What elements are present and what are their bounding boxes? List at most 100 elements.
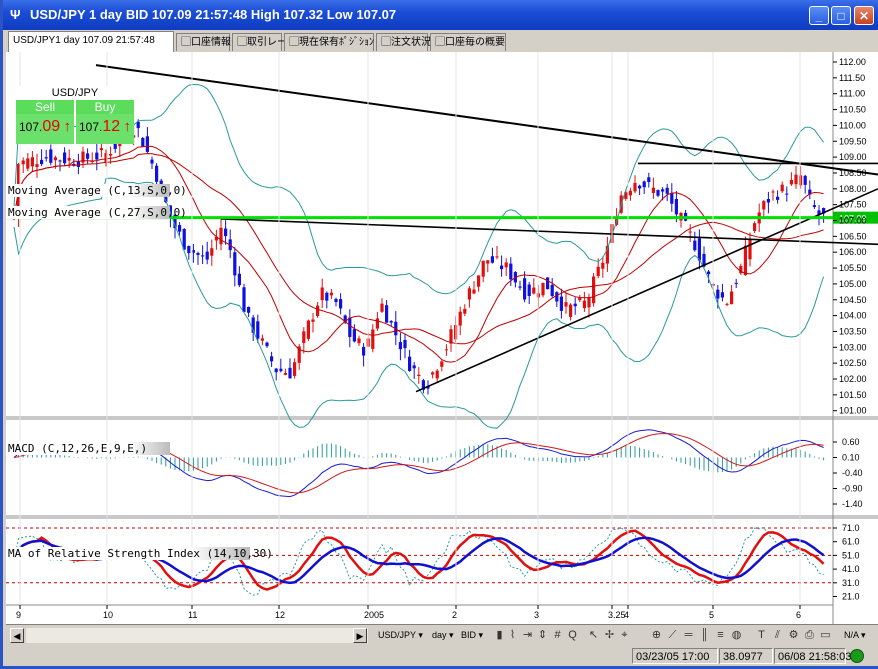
buy-price[interactable]: 107.12 ↑	[76, 114, 134, 144]
candle-body	[435, 370, 439, 379]
price-tick-label: 111.50	[839, 73, 865, 83]
tab-account-info[interactable]: ▢口座情報	[176, 33, 231, 51]
fit-icon[interactable]: ⇥	[520, 628, 535, 643]
candle-body	[224, 228, 228, 237]
scroll-right-button[interactable]: ▶	[353, 628, 367, 643]
candle-body	[316, 305, 320, 317]
candle-body	[651, 187, 655, 194]
link-icon[interactable]: ⌖	[617, 628, 632, 643]
candle-body	[803, 175, 807, 185]
minimize-button[interactable]: _	[809, 6, 829, 25]
price-tick-label: 112.00	[839, 57, 866, 67]
sell-price[interactable]: 107.09 ↑	[16, 114, 74, 144]
up-arrow-icon: ↑	[123, 118, 132, 135]
candle-body	[661, 189, 665, 192]
panel-divider[interactable]	[6, 416, 878, 420]
time-tick-label: 11	[188, 610, 197, 620]
candle-body	[472, 289, 476, 294]
candle-body	[486, 260, 490, 264]
ma27-label: Moving Average (C,27,S,0,0)	[6, 206, 187, 219]
tab-account-summary[interactable]: ▢口座毎の概要	[430, 33, 506, 51]
macd-tick-label: -1.40	[842, 499, 863, 509]
horizontal-scrollbar[interactable]	[26, 628, 368, 643]
price-tick-label: 104.00	[839, 311, 867, 321]
panel-divider[interactable]	[6, 515, 878, 519]
candle-body	[527, 284, 531, 297]
vertical-fit-icon[interactable]: ⇕	[535, 628, 550, 643]
quote-icon[interactable]: Q	[565, 628, 580, 643]
zoom-select-value: N/A	[844, 630, 859, 640]
grid-icon[interactable]: #	[550, 628, 565, 643]
settings-icon[interactable]: ⚙	[786, 628, 801, 643]
channel-icon[interactable]: ⫽	[770, 628, 785, 643]
candle-body	[431, 372, 435, 375]
trend-line-icon[interactable]: ⟋	[665, 628, 680, 643]
price-tick-label: 101.00	[839, 406, 867, 416]
candle-body	[762, 201, 766, 210]
candle-body	[642, 181, 646, 188]
window-title: USD/JPY 1 day BID 107.09 21:57:48 High 1…	[30, 7, 397, 22]
price-tick-label: 106.00	[839, 247, 867, 257]
period-select[interactable]: day ▾	[432, 628, 454, 643]
macd-tick-label: 0.60	[842, 437, 860, 447]
tab-doc-icon: ▢	[289, 37, 299, 48]
candle-body	[504, 262, 508, 268]
candle-body	[523, 278, 527, 300]
candle-body	[53, 157, 57, 161]
side-select[interactable]: BID ▾	[461, 628, 483, 643]
candle-body	[35, 164, 39, 168]
candle-body	[389, 321, 393, 323]
fibonacci-icon[interactable]: ≡	[713, 628, 728, 643]
cursor-icon[interactable]: ↖	[586, 628, 601, 643]
candle-body	[812, 205, 816, 208]
candle-body	[109, 154, 113, 156]
close-button[interactable]: ✕	[854, 6, 874, 25]
price-chart-svg[interactable]: 107.09 112.00111.50111.00110.50110.00109…	[6, 52, 878, 624]
side-select-value: BID	[461, 630, 477, 640]
horizontal-line-icon[interactable]: ═	[681, 628, 696, 643]
candle-body	[256, 321, 260, 339]
candle-body	[541, 282, 545, 296]
candle-body	[205, 251, 209, 260]
tab-trade-rates[interactable]: ▢取引レート	[232, 33, 297, 51]
candle-body	[385, 305, 389, 323]
text-tool-icon[interactable]: T	[754, 628, 769, 643]
period-select-value: day	[432, 630, 447, 640]
candle-body	[582, 300, 586, 309]
candle-body	[601, 262, 605, 269]
indicator-icon[interactable]: ◍	[729, 628, 744, 643]
title-bar[interactable]: Ψ USD/JPY 1 day BID 107.09 21:57:48 High…	[3, 0, 878, 30]
crosshair-icon[interactable]: ✢	[602, 628, 617, 643]
scroll-left-button[interactable]: ◀	[10, 628, 24, 643]
tab-positions[interactable]: ▢現在保有ﾎﾟｼﾞｼｮﾝ	[284, 33, 374, 51]
quote-widget: USD/JPY Sell 107.09 ↑ Buy 107.12 ↑	[16, 86, 134, 146]
buy-price-prefix: 107.	[79, 120, 103, 134]
tab-orders[interactable]: ▢注文状況	[376, 33, 431, 51]
price-tick-label: 110.50	[839, 105, 866, 115]
macd-tick-label: 0.10	[842, 453, 860, 463]
symbol-select[interactable]: USD/JPY ▾	[378, 628, 423, 643]
color-icon[interactable]: ▭	[818, 628, 833, 643]
maximize-button[interactable]: □	[831, 6, 851, 25]
status-value: 38.0977	[719, 648, 773, 664]
candle-body	[311, 319, 315, 322]
candle-body	[44, 157, 48, 159]
price-tick-label: 109.00	[839, 152, 867, 162]
vertical-line-icon[interactable]: ║	[697, 628, 712, 643]
candle-body	[99, 148, 103, 151]
zoom-select[interactable]: N/A ▾	[844, 628, 866, 643]
zoom-in-icon[interactable]: ⊕	[649, 628, 664, 643]
sell-panel[interactable]: Sell 107.09 ↑	[16, 100, 74, 144]
trident-app-icon: Ψ	[10, 7, 21, 22]
print-icon[interactable]: ⎙	[802, 628, 817, 643]
price-tick-label: 108.50	[839, 168, 867, 178]
candle-body	[734, 282, 738, 284]
buy-panel[interactable]: Buy 107.12 ↑	[76, 100, 134, 144]
tab-chart[interactable]: USD/JPY1 day 107.09 21:57:48	[8, 31, 174, 52]
chart-area[interactable]: 107.09 112.00 111.50 111.00 110.50 110.00 109…	[6, 52, 878, 624]
candle-body	[219, 227, 223, 245]
price-tick-label: 111.00	[839, 89, 865, 99]
buy-price-pips: 12	[102, 118, 121, 135]
candle-body	[550, 284, 554, 297]
line-style-icon[interactable]: ⌇	[505, 628, 520, 643]
